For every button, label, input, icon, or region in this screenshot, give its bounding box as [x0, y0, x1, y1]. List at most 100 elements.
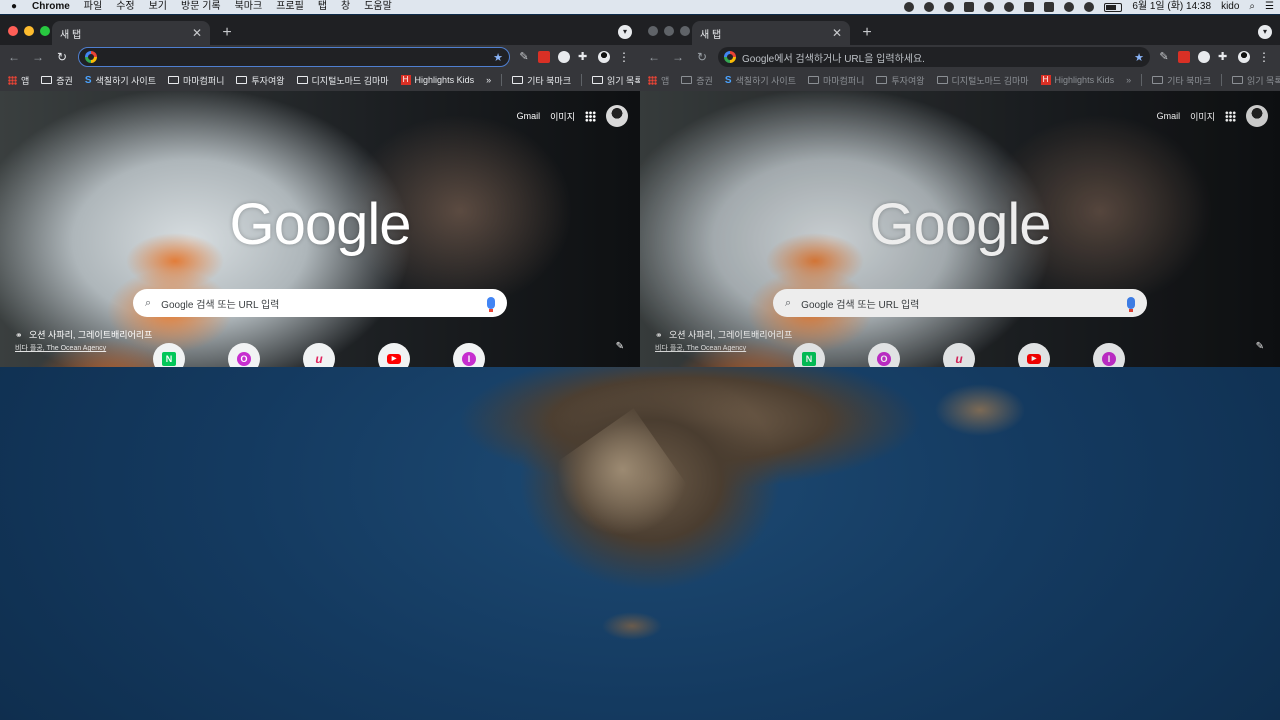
tab-search-icon[interactable]: ▾ — [1258, 25, 1272, 39]
red-extension-icon[interactable] — [538, 51, 550, 63]
bookmark-folder-invest[interactable]: 투자여왕 — [236, 74, 285, 87]
red-extension-icon[interactable] — [1178, 51, 1190, 63]
profile-avatar[interactable] — [598, 51, 610, 63]
back-icon[interactable]: ← — [6, 50, 22, 64]
other-bookmarks[interactable]: 기타 북마크 — [512, 74, 571, 87]
shortcut-i[interactable]: I — [453, 343, 485, 367]
sync-icon[interactable] — [924, 2, 935, 12]
bookmark-apps[interactable]: 앱 — [648, 74, 669, 87]
zoom-window-button[interactable] — [40, 26, 50, 36]
tab-close-icon[interactable]: ✕ — [832, 26, 842, 40]
gmail-link[interactable]: Gmail — [1157, 111, 1181, 121]
ntp-search-box[interactable]: ⌕ Google 검색 또는 URL 입력 — [133, 289, 507, 317]
more-menu-icon[interactable]: ⋮ — [1258, 51, 1270, 63]
bookmark-coloring-site[interactable]: S 색칠하기 사이트 — [725, 74, 796, 87]
attribution-sub[interactable]: 비다 플공, The Ocean Agency — [15, 342, 152, 355]
control-center-icon[interactable]: ☰ — [1265, 0, 1274, 14]
close-window-button[interactable] — [648, 26, 658, 36]
new-tab-button[interactable]: + — [218, 24, 236, 42]
menu-tab[interactable]: 탭 — [318, 0, 327, 14]
zoom-window-button[interactable] — [680, 26, 690, 36]
menu-edit[interactable]: 수정 — [116, 0, 134, 14]
close-window-button[interactable] — [8, 26, 18, 36]
account-avatar[interactable] — [1246, 105, 1268, 127]
shortcut-u[interactable]: u — [303, 343, 335, 367]
gmail-link[interactable]: Gmail — [517, 111, 541, 121]
microphone-icon[interactable] — [1127, 297, 1135, 312]
tab-new-tab[interactable]: 새 탭 ✕ — [692, 21, 850, 45]
shortcut-youtube[interactable]: ▶ — [1018, 343, 1050, 367]
cloud-icon[interactable] — [904, 2, 915, 12]
other-bookmarks[interactable]: 기타 북마크 — [1152, 74, 1211, 87]
omnibox[interactable]: ★ — [78, 47, 510, 67]
bookmark-folder-stocks[interactable]: 증권 — [41, 74, 73, 87]
reload-icon[interactable]: ↻ — [694, 50, 710, 64]
menu-help[interactable]: 도움말 — [364, 0, 392, 14]
account-avatar[interactable] — [606, 105, 628, 127]
pen-extension-icon[interactable]: ✎ — [1158, 51, 1170, 63]
omnibox[interactable]: Google에서 검색하거나 URL을 입력하세요. ★ — [718, 47, 1150, 67]
images-link[interactable]: 이미지 — [1190, 110, 1215, 123]
new-tab-button[interactable]: + — [858, 24, 876, 42]
menu-file[interactable]: 파일 — [84, 0, 102, 14]
forward-icon[interactable]: → — [670, 50, 686, 64]
record-icon[interactable] — [1004, 2, 1015, 12]
glasses-icon[interactable] — [964, 2, 975, 12]
bookmark-highlights-kids[interactable]: H Highlights Kids — [400, 75, 474, 85]
menu-app-chrome[interactable]: Chrome — [32, 0, 70, 14]
tab-new-tab[interactable]: 새 탭 ✕ — [52, 21, 210, 45]
ntp-search-box[interactable]: ⌕ Google 검색 또는 URL 입력 — [773, 289, 1147, 317]
attribution-title[interactable]: 오션 사파리, 그레이트배리어리프 — [669, 330, 792, 340]
menubar-clock[interactable]: 6월 1일 (화) 14:38 — [1132, 0, 1211, 14]
shortcut-o[interactable]: O — [228, 343, 260, 367]
bookmarks-overflow-button[interactable]: » — [486, 75, 491, 85]
location-icon[interactable] — [984, 2, 995, 12]
bookmark-star-icon[interactable]: ★ — [493, 51, 503, 64]
background-attribution[interactable]: ⚭ 오션 사파리, 그레이트배리어리프 비다 플공, The Ocean Agen… — [15, 329, 152, 355]
bookmark-folder-mama[interactable]: 마마컴퍼니 — [807, 74, 864, 87]
customize-pencil-icon[interactable]: ✎ — [616, 341, 624, 352]
menubar-user[interactable]: kido — [1221, 0, 1239, 14]
shortcut-naver[interactable]: N — [153, 343, 185, 367]
shortcut-youtube[interactable]: ▶ — [378, 343, 410, 367]
search-placeholder[interactable]: Google 검색 또는 URL 입력 — [801, 296, 919, 311]
shortcut-u[interactable]: u — [943, 343, 975, 367]
bookmark-folder-mama[interactable]: 마마컴퍼니 — [167, 74, 224, 87]
tab-search-icon[interactable]: ▾ — [618, 25, 632, 39]
attribution-sub[interactable]: 비다 플공, The Ocean Agency — [655, 342, 792, 355]
minimize-window-button[interactable] — [24, 26, 34, 36]
shortcut-i[interactable]: I — [1093, 343, 1125, 367]
background-attribution[interactable]: ⚭ 오션 사파리, 그레이트배리어리프 비다 플공, The Ocean Agen… — [655, 329, 792, 355]
apple-menu-icon[interactable]: ● — [6, 0, 22, 14]
omnibox-placeholder[interactable]: Google에서 검색하거나 URL을 입력하세요. — [742, 50, 925, 65]
extensions-puzzle-icon[interactable]: ✚ — [578, 51, 590, 63]
google-apps-icon[interactable] — [1225, 110, 1236, 122]
microphone-icon[interactable] — [487, 297, 495, 312]
bookmark-folder-nomad[interactable]: 디지털노마드 김마마 — [296, 74, 389, 87]
bookmark-folder-nomad[interactable]: 디지털노마드 김마마 — [936, 74, 1029, 87]
menu-history[interactable]: 방문 기록 — [181, 0, 221, 14]
back-icon[interactable]: ← — [646, 50, 662, 64]
minimize-window-button[interactable] — [664, 26, 674, 36]
menu-profile[interactable]: 프로필 — [276, 0, 304, 14]
bookmark-star-icon[interactable]: ★ — [1134, 51, 1144, 64]
extensions-puzzle-icon[interactable]: ✚ — [1218, 51, 1230, 63]
bookmark-folder-stocks[interactable]: 증권 — [681, 74, 713, 87]
extension-status-icon[interactable] — [944, 2, 955, 12]
menu-bookmarks[interactable]: 북마크 — [235, 0, 263, 14]
circle-extension-icon[interactable] — [1198, 51, 1210, 63]
bookmark-folder-invest[interactable]: 투자여왕 — [876, 74, 925, 87]
search-placeholder[interactable]: Google 검색 또는 URL 입력 — [161, 296, 279, 311]
bookmark-highlights-kids[interactable]: H Highlights Kids — [1040, 75, 1114, 85]
more-menu-icon[interactable]: ⋮ — [618, 51, 630, 63]
reload-icon[interactable]: ↻ — [54, 50, 70, 64]
volume-icon[interactable] — [1084, 2, 1095, 12]
circle-extension-icon[interactable] — [558, 51, 570, 63]
pen-extension-icon[interactable]: ✎ — [518, 51, 530, 63]
menu-view[interactable]: 보기 — [149, 0, 167, 14]
profile-avatar[interactable] — [1238, 51, 1250, 63]
images-link[interactable]: 이미지 — [550, 110, 575, 123]
google-apps-icon[interactable] — [585, 110, 596, 122]
customize-pencil-icon[interactable]: ✎ — [1256, 341, 1264, 352]
menu-window[interactable]: 창 — [341, 0, 350, 14]
